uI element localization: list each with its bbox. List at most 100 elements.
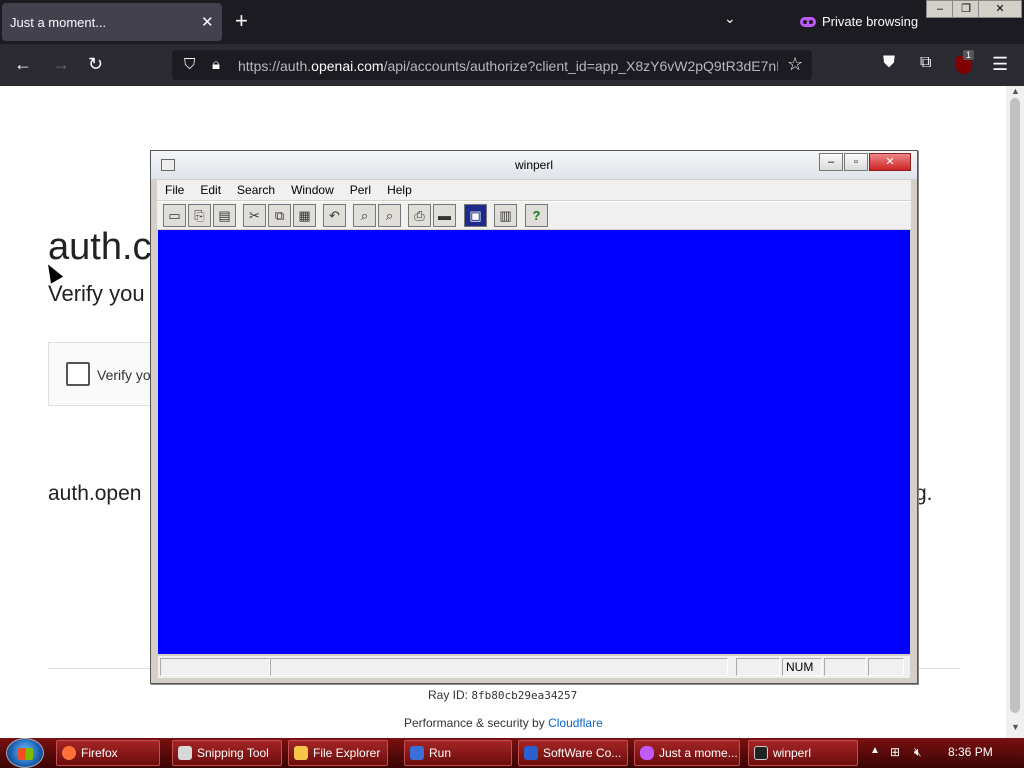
cloudflare-link[interactable]: Cloudflare xyxy=(548,716,603,730)
minimize-window-button[interactable]: – xyxy=(926,0,954,18)
winperl-minimize-button[interactable]: – xyxy=(819,153,843,171)
new-file-icon[interactable]: ▭ xyxy=(163,204,186,227)
paste-icon[interactable]: ▦ xyxy=(293,204,316,227)
security-review-text: auth.open xyxy=(48,482,142,505)
extensions-icon[interactable]: ⧉ xyxy=(920,54,931,72)
status-pane-caps xyxy=(736,658,780,676)
print-preview-icon[interactable]: ▬ xyxy=(433,204,456,227)
scrollbar-thumb[interactable] xyxy=(1010,98,1020,713)
url-path: /api/accounts/authorize?client_id=app_X8… xyxy=(383,58,778,74)
extension-badge: 1 xyxy=(963,50,975,60)
page-heading: auth.c xyxy=(48,226,152,268)
terminal-icon[interactable]: ▣ xyxy=(464,204,487,227)
reload-icon[interactable]: ↻ xyxy=(88,54,103,75)
winperl-menubar: File Edit Search Window Perl Help xyxy=(157,180,911,200)
new-tab-button[interactable]: + xyxy=(235,8,248,34)
taskbar-item-label: File Explorer xyxy=(313,746,381,760)
navigation-bar: ← → ↻ ⛉ 🔒︎ https://auth.openai.com/api/a… xyxy=(0,44,1024,86)
bookmark-star-icon[interactable]: ☆ xyxy=(787,54,803,75)
terminal-icon xyxy=(754,746,768,760)
menu-file[interactable]: File xyxy=(157,180,192,200)
taskbar-item-label: Run xyxy=(429,746,452,760)
status-pane-last xyxy=(868,658,904,676)
save-file-icon[interactable]: ▤ xyxy=(213,204,236,227)
winperl-toolbar: ▭ ⎘ ▤ ✂ ⧉ ▦ ↶ ⌕ ⌕ ⎙ ▬ ▣ ▥ ? xyxy=(157,201,911,229)
winperl-maximize-button[interactable]: ▫ xyxy=(844,153,868,171)
shield-icon[interactable]: ⛉ xyxy=(184,56,195,73)
close-window-button[interactable]: ✕ xyxy=(978,0,1022,18)
lock-icon[interactable]: 🔒︎ xyxy=(212,56,220,73)
find-icon[interactable]: ⌕ xyxy=(353,204,376,227)
taskbar-item-browser-window[interactable]: Just a mome... xyxy=(634,740,740,766)
taskbar-item-winperl[interactable]: winperl xyxy=(748,740,858,766)
volume-muted-icon[interactable]: 🔇︎ xyxy=(914,745,922,760)
ray-id-value: 8fb80cb29ea34257 xyxy=(471,689,578,702)
open-file-icon[interactable]: ⎘ xyxy=(188,204,211,227)
scroll-down-arrow-icon[interactable]: ▼ xyxy=(1011,722,1020,732)
start-button[interactable] xyxy=(6,738,44,768)
winperl-window[interactable]: winperl – ▫ ✕ File Edit Search Window Pe… xyxy=(150,150,918,684)
url-prefix: https://auth. xyxy=(238,58,312,74)
ray-id-label: Ray ID: xyxy=(428,688,472,702)
private-browsing-label: Private browsing xyxy=(822,14,919,29)
network-icon[interactable]: ⊞ xyxy=(890,745,900,759)
snipping-tool-icon xyxy=(178,746,192,760)
find-next-icon[interactable]: ⌕ xyxy=(378,204,401,227)
run-icon[interactable]: ▥ xyxy=(494,204,517,227)
taskbar-item-file-explorer[interactable]: File Explorer xyxy=(288,740,388,766)
url-text[interactable]: https://auth.openai.com/api/accounts/aut… xyxy=(238,58,778,74)
menu-hamburger-icon[interactable]: ☰ xyxy=(992,54,1008,75)
cut-icon[interactable]: ✂ xyxy=(243,204,266,227)
restore-window-button[interactable]: ❐ xyxy=(952,0,980,18)
page-scrollbar[interactable]: ▲ ▼ xyxy=(1006,86,1024,738)
status-pane-1 xyxy=(160,658,270,676)
scroll-up-arrow-icon[interactable]: ▲ xyxy=(1011,86,1020,96)
verify-checkbox[interactable] xyxy=(66,362,90,386)
clock[interactable]: 8:36 PM xyxy=(948,745,993,759)
tab-bar: Just a moment... ✕ + ⌄ Private browsing … xyxy=(0,0,1024,44)
run-icon xyxy=(410,746,424,760)
pocket-icon[interactable]: ⛊ xyxy=(883,54,895,72)
winperl-titlebar[interactable]: winperl – ▫ ✕ xyxy=(151,151,917,179)
ray-id: Ray ID: 8fb80cb29ea34257 xyxy=(428,688,577,702)
status-num: NUM xyxy=(782,658,822,676)
show-hidden-icons-icon[interactable]: ▲ xyxy=(870,745,880,756)
menu-edit[interactable]: Edit xyxy=(192,180,229,200)
taskbar-item-software[interactable]: SoftWare Co... xyxy=(518,740,628,766)
winperl-output-area[interactable] xyxy=(158,230,910,654)
copy-icon[interactable]: ⧉ xyxy=(268,204,291,227)
performance-text: Performance & security by xyxy=(404,716,549,730)
tab-list-chevron-icon[interactable]: ⌄ xyxy=(724,10,736,27)
menu-search[interactable]: Search xyxy=(229,180,283,200)
taskbar-item-label: SoftWare Co... xyxy=(543,746,622,760)
taskbar-item-run[interactable]: Run xyxy=(404,740,512,766)
status-pane-2 xyxy=(270,658,728,676)
back-arrow-icon[interactable]: ← xyxy=(14,54,32,75)
browser-tab[interactable]: Just a moment... ✕ xyxy=(2,3,222,41)
taskbar-item-firefox[interactable]: Firefox xyxy=(56,740,160,766)
menu-window[interactable]: Window xyxy=(283,180,342,200)
forward-arrow-icon[interactable]: → xyxy=(52,54,70,75)
menu-help[interactable]: Help xyxy=(379,180,420,200)
print-icon[interactable]: ⎙ xyxy=(408,204,431,227)
url-bar[interactable]: ⛉ 🔒︎ https://auth.openai.com/api/account… xyxy=(172,50,812,80)
page-subheading: Verify you xyxy=(48,281,145,306)
taskbar-item-label: winperl xyxy=(773,746,812,760)
tab-title: Just a moment... xyxy=(10,15,107,30)
taskbar: Firefox Snipping Tool File Explorer Run … xyxy=(0,738,1024,768)
close-tab-icon[interactable]: ✕ xyxy=(201,13,214,31)
firefox-icon xyxy=(62,746,76,760)
performance-footer: Performance & security by Cloudflare xyxy=(404,716,603,730)
taskbar-item-label: Snipping Tool xyxy=(197,746,269,760)
winperl-title: winperl xyxy=(514,158,553,172)
winperl-statusbar: NUM xyxy=(158,656,910,678)
winperl-close-button[interactable]: ✕ xyxy=(869,153,911,171)
verify-checkbox-label: Verify yo xyxy=(97,367,151,383)
system-tray: ▲ ⊞ 🔇︎ 8:36 PM xyxy=(862,738,1024,768)
url-host: openai.com xyxy=(311,58,384,74)
taskbar-item-snipping-tool[interactable]: Snipping Tool xyxy=(172,740,282,766)
status-pane-scroll xyxy=(824,658,866,676)
menu-perl[interactable]: Perl xyxy=(342,180,379,200)
undo-icon[interactable]: ↶ xyxy=(323,204,346,227)
help-icon[interactable]: ? xyxy=(525,204,548,227)
